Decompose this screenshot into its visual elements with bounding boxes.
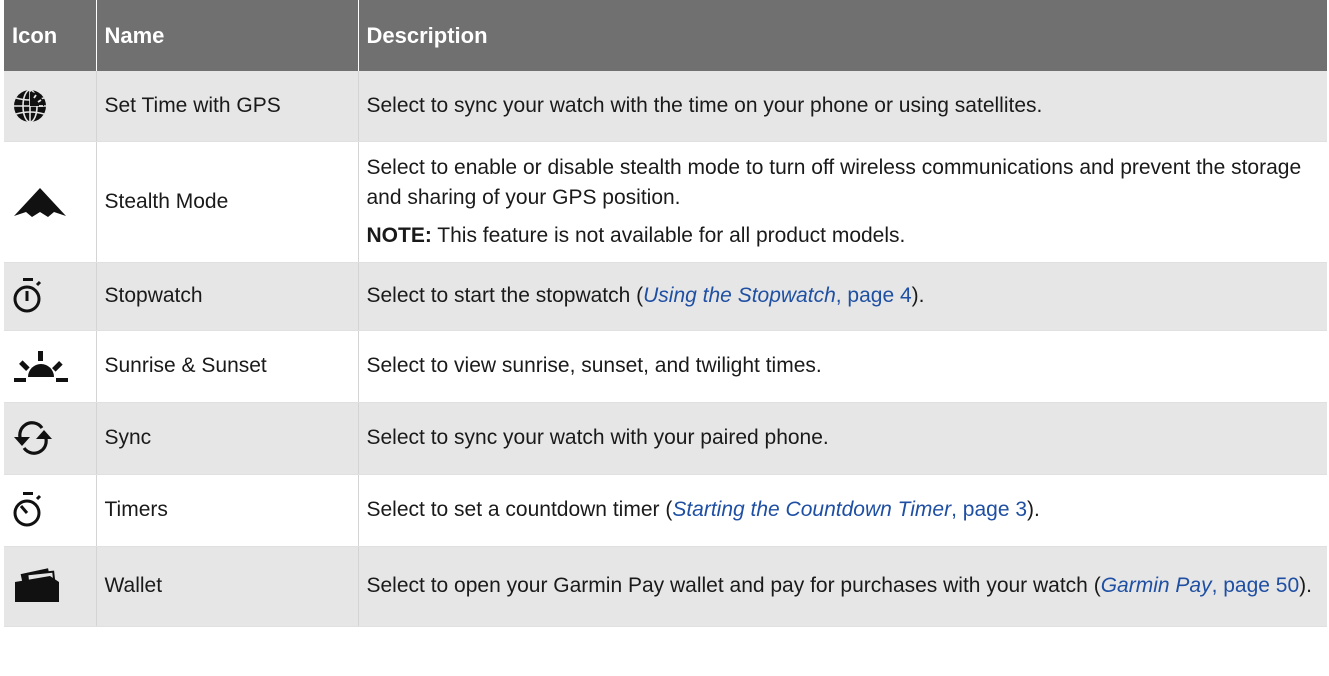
row-description: Select to enable or disable stealth mode… [366, 155, 1302, 209]
header-name: Name [96, 0, 359, 71]
description-text: Select to set a countdown timer ( [366, 498, 673, 521]
page-link[interactable]: Garmin Pay, page 50 [1101, 574, 1299, 597]
icon-reference-table: Icon Name Description Set Time with GPS … [4, 0, 1327, 627]
note-label: NOTE: [366, 223, 432, 247]
description-text-end: ). [1299, 574, 1312, 597]
header-description: Description [358, 0, 1327, 71]
link-page[interactable]: , page 4 [836, 284, 912, 307]
note-text: This feature is not available for all pr… [431, 223, 906, 247]
description-text: Select to open your Garmin Pay wallet an… [366, 574, 1101, 597]
table-row: Sync Select to sync your watch with your… [4, 402, 1327, 475]
table-header-row: Icon Name Description [4, 0, 1327, 71]
row-name: Set Time with GPS [96, 71, 359, 142]
row-description: Select to view sunrise, sunset, and twil… [358, 330, 1327, 403]
stealth-aircraft-icon [12, 184, 96, 220]
globe-clock-icon [12, 88, 96, 124]
page-link[interactable]: Starting the Countdown Timer, page 3 [672, 498, 1027, 521]
table-row: Sunrise & Sunset Select to view sunrise,… [4, 330, 1327, 403]
row-name: Sunrise & Sunset [96, 330, 359, 403]
table-row: Stopwatch Select to start the stopwatch … [4, 262, 1327, 331]
sync-arrows-icon [12, 420, 96, 456]
page-link[interactable]: Using the Stopwatch, page 4 [643, 284, 912, 307]
link-title[interactable]: Starting the Countdown Timer [672, 498, 951, 521]
stopwatch-icon [12, 277, 96, 315]
table-row: Timers Select to set a countdown timer (… [4, 474, 1327, 547]
table-row: Wallet Select to open your Garmin Pay wa… [4, 546, 1327, 627]
row-description: Select to sync your watch with the time … [358, 71, 1327, 142]
table-row: Set Time with GPS Select to sync your wa… [4, 71, 1327, 142]
link-title[interactable]: Using the Stopwatch [643, 284, 836, 307]
row-name: Timers [96, 474, 359, 547]
row-name: Wallet [96, 546, 359, 627]
table-row: Stealth Mode Select to enable or disable… [4, 141, 1327, 263]
header-icon: Icon [4, 0, 97, 71]
link-page[interactable]: , page 3 [951, 498, 1027, 521]
row-name: Stopwatch [96, 262, 359, 331]
wallet-icon [12, 568, 96, 604]
description-text-end: ). [1027, 498, 1040, 521]
timer-icon [12, 491, 96, 529]
link-title[interactable]: Garmin Pay [1101, 574, 1212, 597]
sunrise-icon [12, 349, 96, 383]
row-note: NOTE: This feature is not available for … [367, 221, 1318, 251]
row-name: Sync [96, 402, 359, 475]
description-text-end: ). [911, 284, 925, 307]
link-page[interactable]: , page 50 [1212, 574, 1300, 597]
row-description: Select to sync your watch with your pair… [358, 402, 1327, 475]
description-text: Select to start the stopwatch ( [366, 284, 644, 307]
row-name: Stealth Mode [96, 141, 359, 263]
